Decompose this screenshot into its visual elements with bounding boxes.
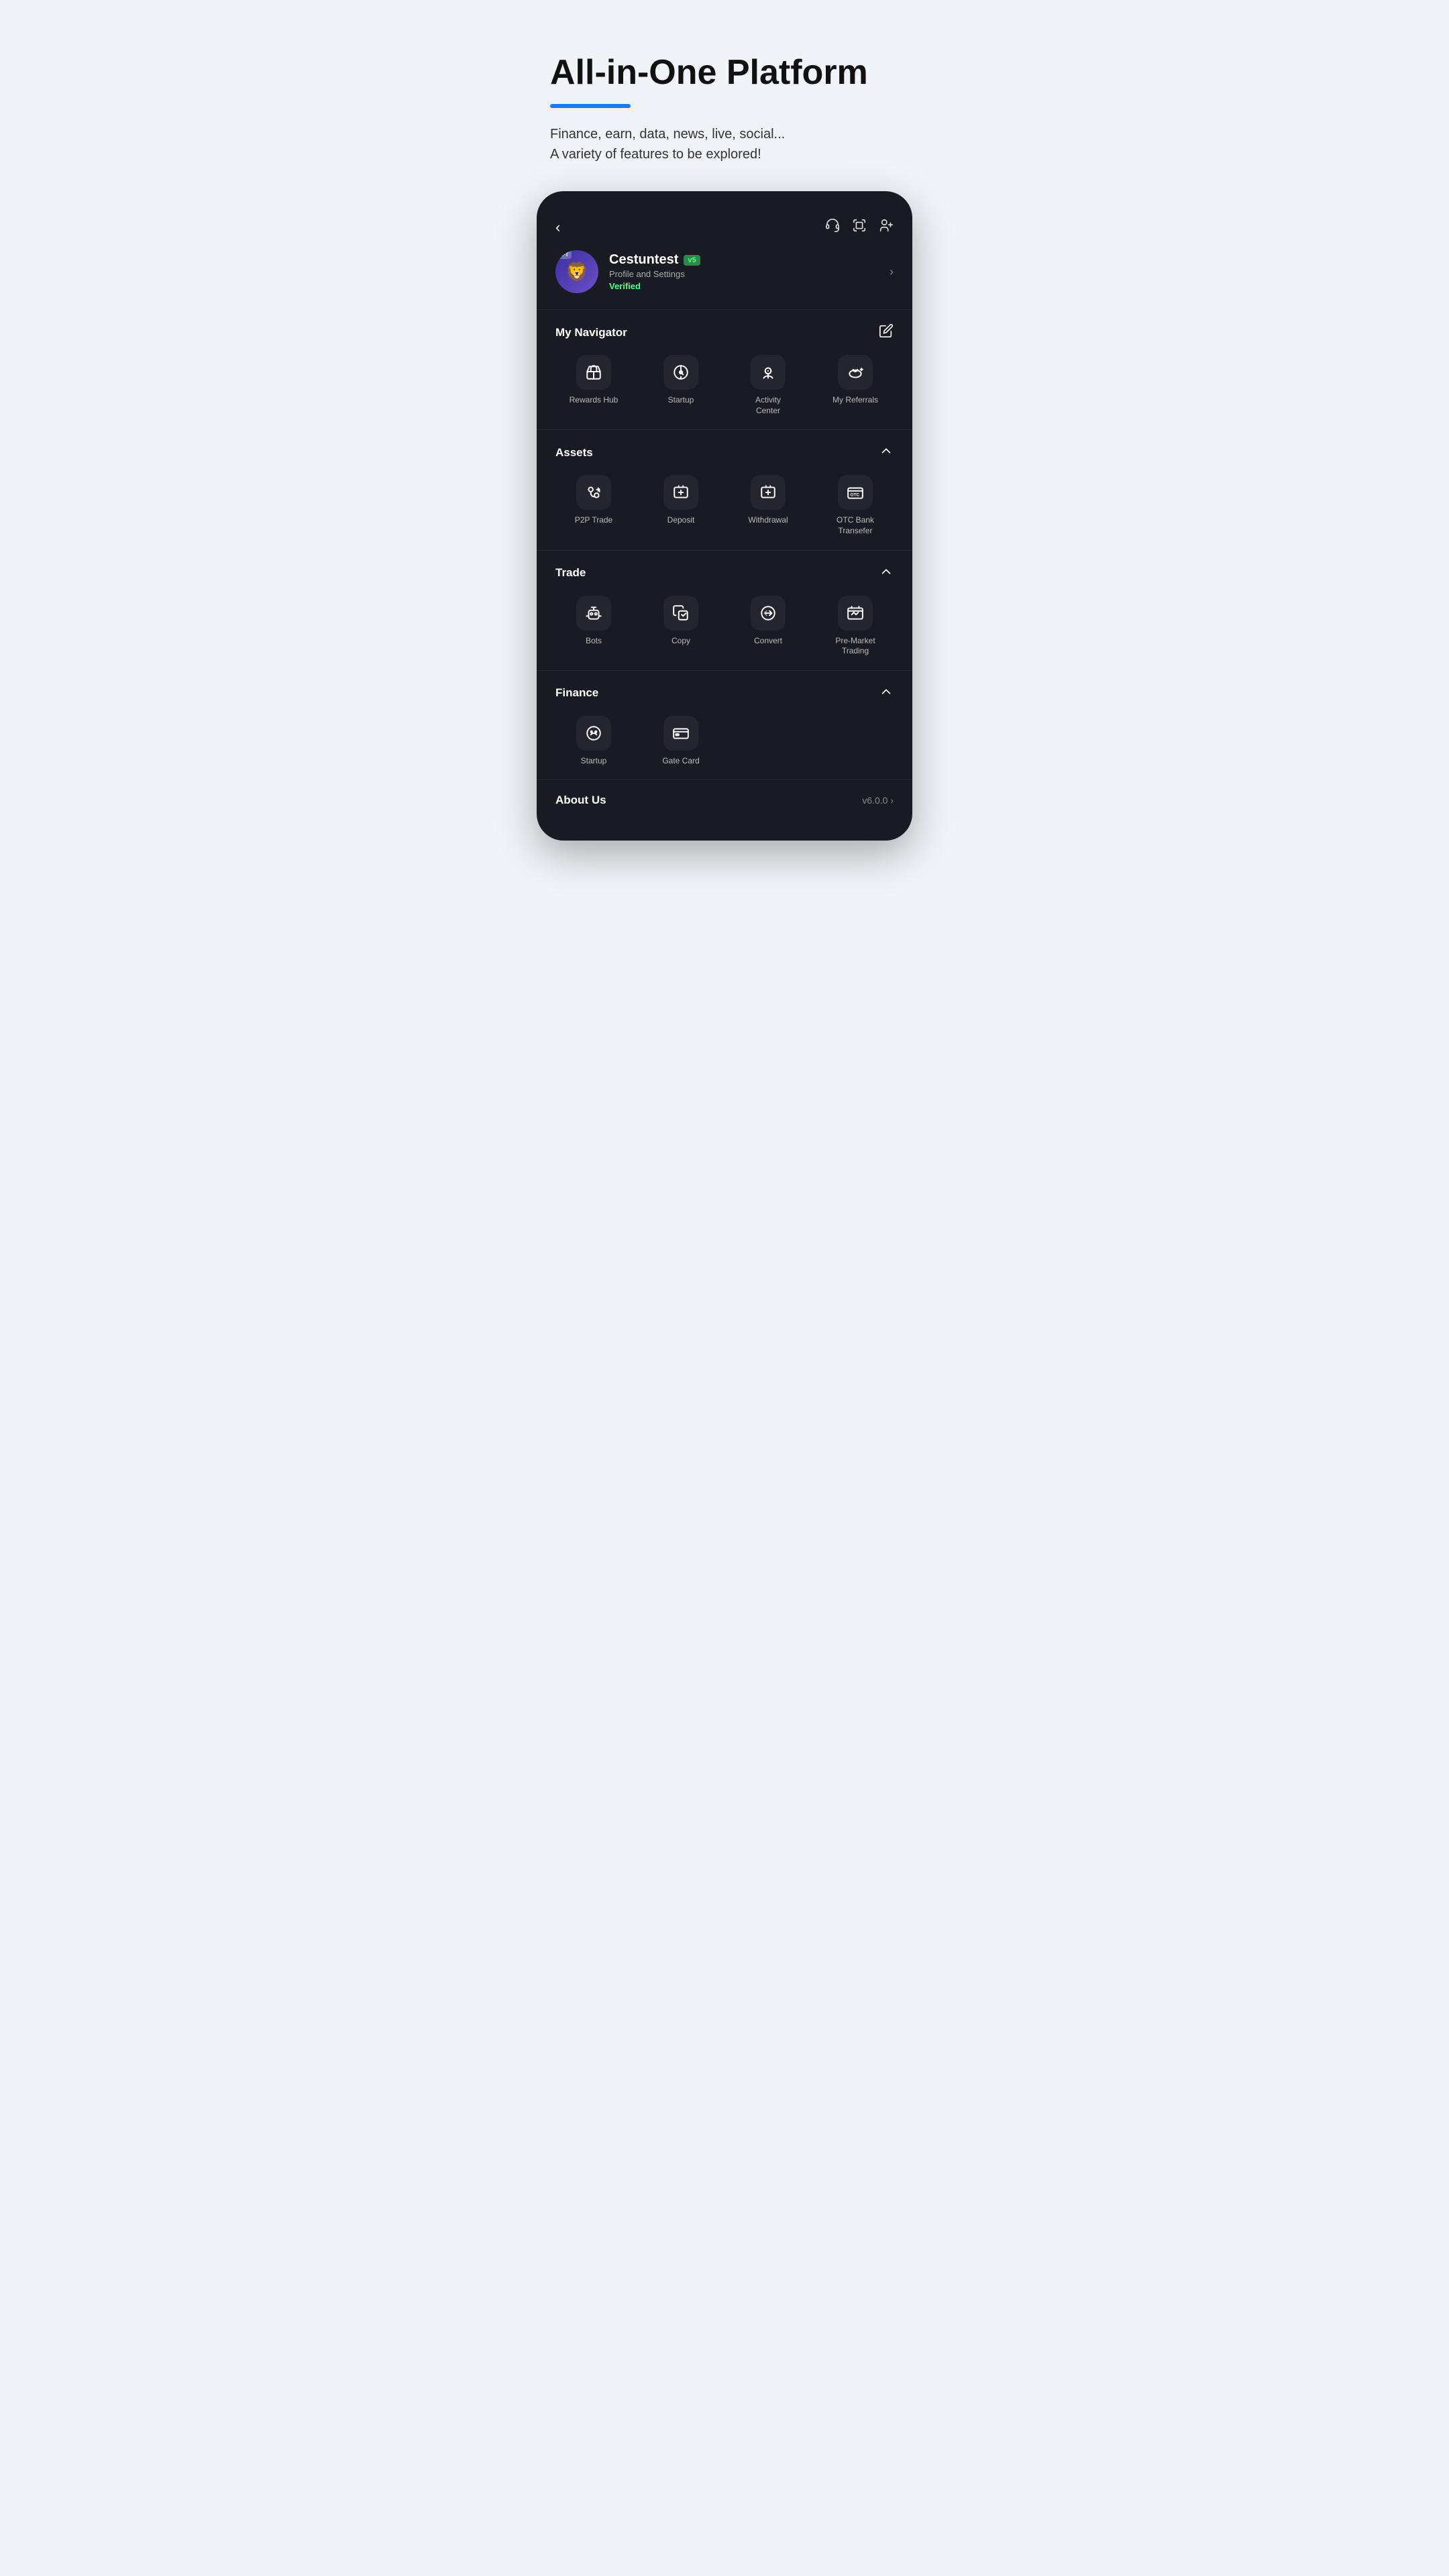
svg-text:OTC: OTC [850, 493, 859, 498]
bots-label: Bots [586, 636, 602, 647]
profile-name-row: Cestuntest v5 [609, 252, 879, 268]
assets-grid: P2P Trade Deposit [555, 475, 894, 536]
finance-collapse-icon[interactable] [879, 684, 894, 702]
finance-header: Finance [555, 684, 894, 702]
about-title: About Us [555, 794, 606, 807]
page-subtitle: Finance, earn, data, news, live, social.… [550, 124, 899, 164]
premarket-icon [838, 596, 873, 631]
premarket-label: Pre-MarketTrading [835, 636, 875, 657]
activity-center-label: ActivityCenter [755, 395, 781, 416]
trade-header: Trade [555, 564, 894, 582]
finance-item-startup[interactable]: Startup [555, 716, 632, 767]
rewards-hub-label: Rewards Hub [570, 395, 619, 406]
convert-label: Convert [754, 636, 782, 647]
trade-item-copy[interactable]: Copy [643, 596, 719, 657]
trade-title: Trade [555, 566, 586, 580]
p2p-trade-icon [576, 475, 611, 510]
profile-username: Cestuntest [609, 252, 678, 268]
finance-grid: Startup Gate Card [555, 716, 894, 767]
scan-icon[interactable] [852, 218, 867, 237]
assets-item-otc-bank[interactable]: OTC OTC BankTransefer [817, 475, 894, 536]
trade-item-convert[interactable]: Convert [730, 596, 806, 657]
profile-version-badge: v5 [684, 255, 700, 266]
navigator-item-startup[interactable]: Startup [643, 355, 719, 416]
headline-section: All-in-One Platform Finance, earn, data,… [537, 27, 912, 164]
profile-info: Cestuntest v5 Profile and Settings Verif… [609, 252, 879, 291]
startup-label: Startup [668, 395, 694, 406]
navigator-grid: Rewards Hub Startup [555, 355, 894, 416]
assets-item-deposit[interactable]: Deposit [643, 475, 719, 536]
user-add-icon[interactable] [879, 218, 894, 237]
about-version: v6.0.0 › [862, 795, 894, 806]
header-icons [825, 218, 894, 237]
copy-label: Copy [672, 636, 690, 647]
trade-grid: Bots Copy [555, 596, 894, 657]
navigator-item-activity-center[interactable]: ActivityCenter [730, 355, 806, 416]
trade-section: Trade [537, 551, 912, 670]
finance-title: Finance [555, 686, 598, 700]
trade-item-premarket[interactable]: Pre-MarketTrading [817, 596, 894, 657]
deposit-label: Deposit [667, 515, 695, 526]
finance-item-gate-card[interactable]: Gate Card [643, 716, 719, 767]
nft-badge: NFT [555, 250, 572, 259]
my-referrals-label: My Referrals [833, 395, 878, 406]
deposit-icon [663, 475, 698, 510]
navigator-title: My Navigator [555, 326, 627, 339]
assets-item-p2p-trade[interactable]: P2P Trade [555, 475, 632, 536]
assets-item-withdrawal[interactable]: Withdrawal [730, 475, 806, 536]
bots-icon [576, 596, 611, 631]
trade-item-bots[interactable]: Bots [555, 596, 632, 657]
assets-header: Assets [555, 443, 894, 462]
startup-icon [663, 355, 698, 390]
edit-icon[interactable] [879, 323, 894, 341]
assets-section: Assets [537, 430, 912, 549]
gate-card-icon [663, 716, 698, 751]
profile-arrow-icon[interactable]: › [890, 265, 894, 279]
otc-bank-icon: OTC [838, 475, 873, 510]
trade-collapse-icon[interactable] [879, 564, 894, 582]
accent-bar [550, 104, 631, 108]
copy-icon [663, 596, 698, 631]
convert-icon [751, 596, 786, 631]
page-title: All-in-One Platform [550, 54, 899, 92]
rewards-hub-icon [576, 355, 611, 390]
assets-collapse-icon[interactable] [879, 443, 894, 462]
gate-card-label: Gate Card [662, 756, 699, 767]
assets-title: Assets [555, 446, 593, 460]
page-wrapper: All-in-One Platform Finance, earn, data,… [537, 27, 912, 841]
phone-header: ‹ [537, 211, 912, 250]
finance-startup-label: Startup [581, 756, 607, 767]
finance-section: Finance [537, 671, 912, 780]
navigator-item-my-referrals[interactable]: My Referrals [817, 355, 894, 416]
p2p-trade-label: P2P Trade [575, 515, 612, 526]
profile-section[interactable]: NFT 🦁 Cestuntest v5 Profile and Settings… [537, 250, 912, 309]
otc-bank-label: OTC BankTransefer [837, 515, 874, 536]
navigator-section: My Navigator [537, 310, 912, 429]
withdrawal-icon [751, 475, 786, 510]
profile-subtitle: Profile and Settings [609, 269, 879, 279]
phone-mockup: ‹ [537, 191, 912, 841]
about-row[interactable]: About Us v6.0.0 › [537, 780, 912, 820]
finance-startup-icon [576, 716, 611, 751]
back-button[interactable]: ‹ [555, 219, 560, 236]
my-referrals-icon [838, 355, 873, 390]
navigator-header: My Navigator [555, 323, 894, 341]
navigator-item-rewards-hub[interactable]: Rewards Hub [555, 355, 632, 416]
avatar: NFT 🦁 [555, 250, 598, 293]
verified-badge: Verified [609, 281, 879, 291]
activity-center-icon [751, 355, 786, 390]
headset-icon[interactable] [825, 218, 840, 237]
withdrawal-label: Withdrawal [748, 515, 788, 526]
